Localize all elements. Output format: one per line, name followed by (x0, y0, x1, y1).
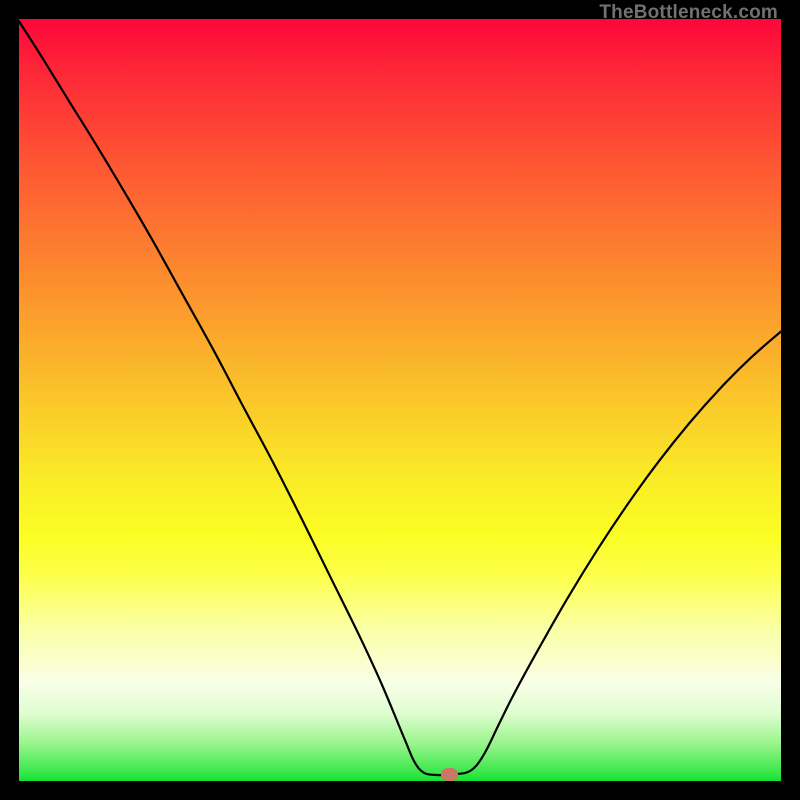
watermark-text: TheBottleneck.com (599, 2, 778, 24)
optimum-marker (441, 768, 458, 781)
chart-frame: TheBottleneck.com (0, 0, 800, 800)
bottleneck-curve (19, 19, 781, 781)
plot-area (19, 19, 781, 781)
